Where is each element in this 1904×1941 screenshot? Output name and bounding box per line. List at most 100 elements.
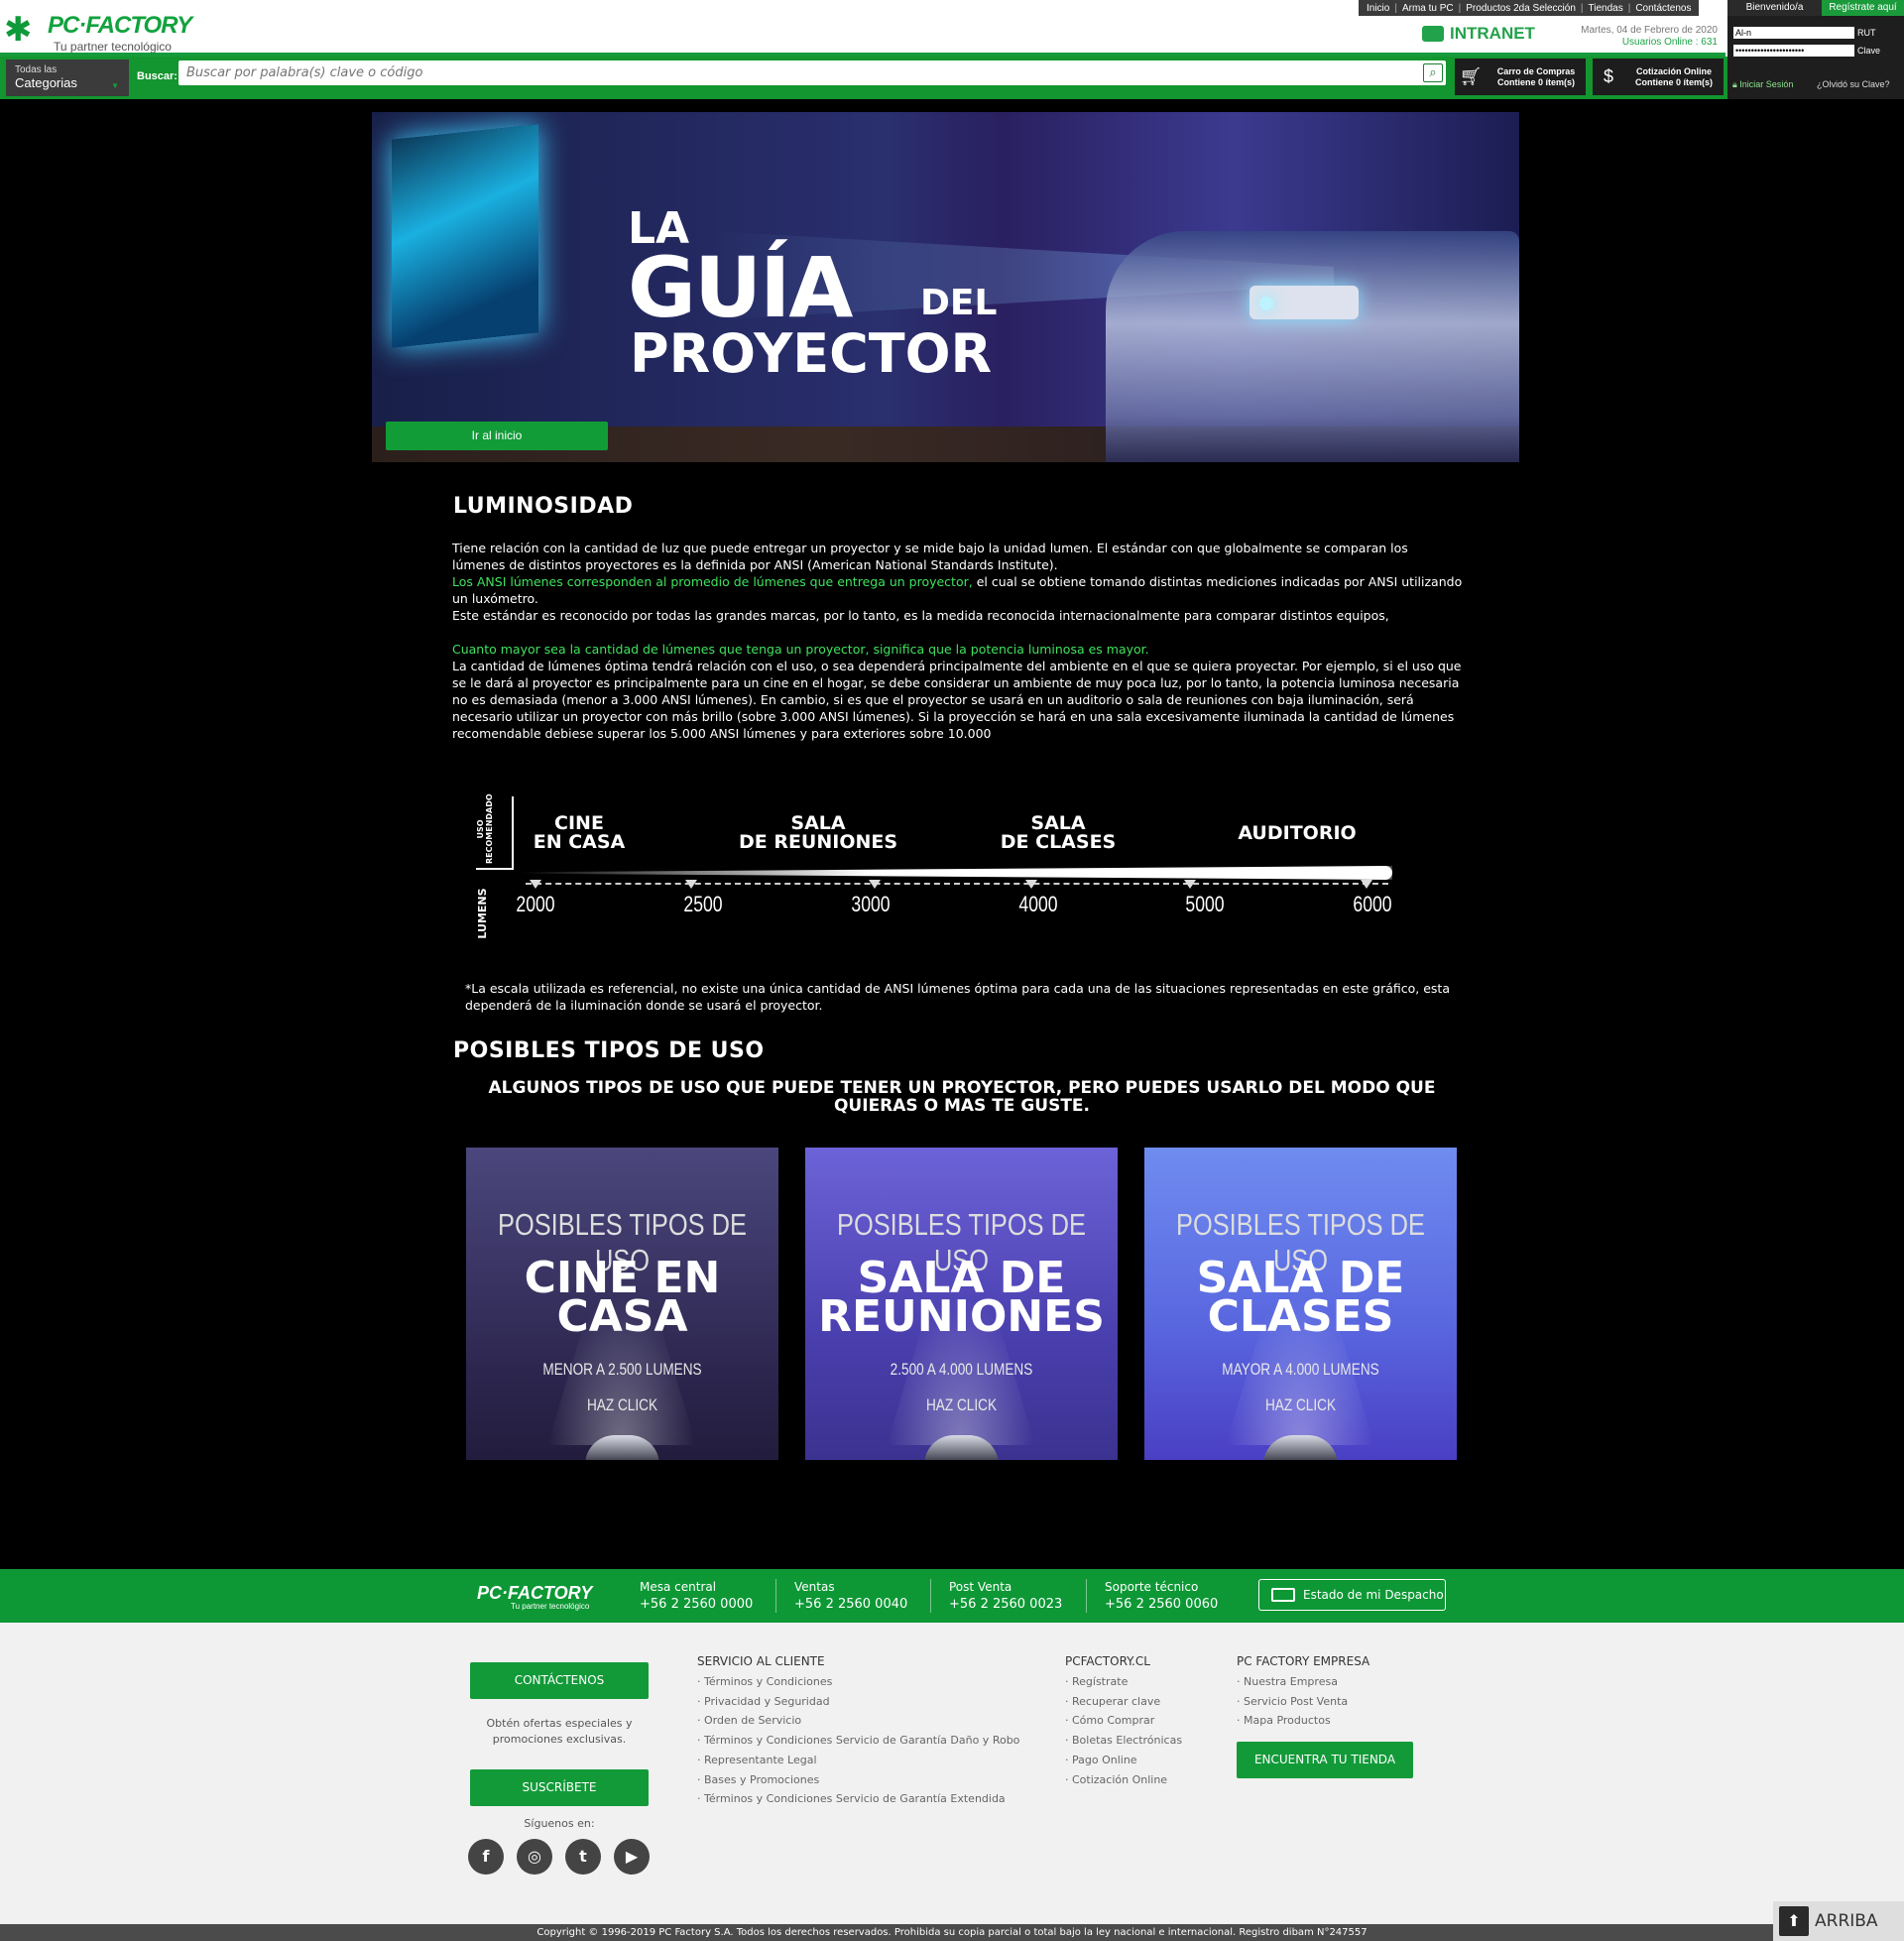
cart-text: Carro de Compras Contiene 0 ítem(s) xyxy=(1487,66,1586,88)
rut-input[interactable] xyxy=(1733,27,1854,39)
subscribe-button[interactable]: SUSCRÍBETE xyxy=(470,1769,649,1806)
use-cine-en-casa: CINE EN CASA xyxy=(476,814,674,852)
footer-link[interactable]: · Términos y Condiciones Servicio de Gar… xyxy=(697,1789,1019,1809)
cart-icon: 🛒︎ xyxy=(1459,66,1483,86)
youtube-icon[interactable]: ▶ xyxy=(614,1839,650,1875)
phone-label: Ventas xyxy=(794,1580,835,1594)
rut-label: RUT xyxy=(1857,28,1876,38)
password-label: Clave xyxy=(1857,46,1881,56)
phone-number: +56 2 2560 0040 xyxy=(794,1597,908,1612)
top-nav-arma-tu-pc[interactable]: Arma tu PC xyxy=(1402,3,1454,14)
card-sala-reuniones[interactable]: POSIBLES TIPOS DE USO SALA DE REUNIONES 2… xyxy=(805,1148,1118,1460)
facebook-icon[interactable]: f xyxy=(468,1839,504,1875)
footer-link[interactable]: · Representante Legal xyxy=(697,1751,1019,1770)
estado-despacho-button[interactable]: Estado de mi Despacho xyxy=(1258,1579,1446,1611)
footer-link[interactable]: · Nuestra Empresa xyxy=(1237,1672,1369,1692)
use-sala-clases: SALA DE CLASES xyxy=(959,814,1157,852)
lumens-bar xyxy=(520,866,1392,880)
banner-title-proyector: PROYECTOR xyxy=(630,322,993,385)
footer-link[interactable]: · Mapa Productos xyxy=(1237,1711,1369,1731)
footer-logo[interactable]: PC·FACTORY Tu partner tecnológico xyxy=(477,1583,592,1611)
home-button[interactable]: Ir al inicio xyxy=(386,422,608,450)
lumens-dashed-line xyxy=(526,883,1388,885)
twitter-icon[interactable]: t xyxy=(565,1839,601,1875)
date-box: Martes, 04 de Febrero de 2020 Usuarios O… xyxy=(1527,25,1718,49)
card-title: CINE EN CASA xyxy=(466,1257,778,1342)
use-sala-reuniones: SALA DE REUNIONES xyxy=(719,814,917,852)
instagram-icon[interactable]: ◎ xyxy=(517,1839,552,1875)
phone-post-venta: Post Venta +56 2 2560 0023 xyxy=(930,1579,1062,1613)
quote-button[interactable]: $ Cotización Online Contiene 0 ítem(s) xyxy=(1593,59,1724,95)
luminosidad-p4-highlight: Cuanto mayor sea la cantidad de lúmenes … xyxy=(452,642,1149,657)
footer-link[interactable]: · Bases y Promociones xyxy=(697,1770,1019,1790)
users-online: Usuarios Online : 631 xyxy=(1621,37,1718,48)
store-finder-button[interactable]: ENCUENTRA TU TIENDA xyxy=(1237,1742,1413,1778)
top-nav-contactenos[interactable]: Contáctenos xyxy=(1635,3,1691,14)
scale-tick xyxy=(1361,880,1372,889)
top-nav-productos-2da[interactable]: Productos 2da Selección xyxy=(1466,3,1576,14)
cart-button[interactable]: 🛒︎ Carro de Compras Contiene 0 ítem(s) xyxy=(1455,59,1586,95)
footer-link[interactable]: · Cotización Online xyxy=(1065,1770,1182,1790)
lumens-tick-label: 2000 xyxy=(516,892,555,916)
login-label: Iniciar Sesión xyxy=(1739,79,1794,89)
top-nav-inicio[interactable]: Inicio xyxy=(1367,3,1389,14)
back-to-top-button[interactable]: ⬆ ARRIBA xyxy=(1773,1901,1904,1941)
lumens-axis-label: LUMENS xyxy=(476,888,489,939)
register-link[interactable]: Regístrate aquí xyxy=(1822,0,1904,16)
card-range: 2.500 A 4.000 LUMENS xyxy=(890,1360,1033,1379)
footer-link[interactable]: · Términos y Condiciones Servicio de Gar… xyxy=(697,1731,1019,1751)
footer-link[interactable]: · Pago Online xyxy=(1065,1751,1182,1770)
phone-ventas: Ventas +56 2 2560 0040 xyxy=(775,1579,907,1613)
site-logo[interactable]: ✱ PC·FACTORY Tu partner tecnológico xyxy=(4,8,202,54)
footer-link[interactable]: · Boletas Electrónicas xyxy=(1065,1731,1182,1751)
phone-label: Post Venta xyxy=(949,1580,1012,1594)
tipos-subtitle: ALGUNOS TIPOS DE USO QUE PUEDE TENER UN … xyxy=(488,1078,1436,1116)
lumens-tick-label: 6000 xyxy=(1353,892,1392,916)
footer-link[interactable]: · Recuperar clave xyxy=(1065,1692,1182,1712)
search-input[interactable] xyxy=(178,61,1408,85)
use-reuniones-line2: DE REUNIONES xyxy=(738,831,898,853)
projector-lens xyxy=(1259,297,1273,310)
estado-label: Estado de mi Despacho xyxy=(1303,1588,1444,1602)
contact-button[interactable]: CONTÁCTENOS xyxy=(470,1662,649,1699)
truck-icon xyxy=(1271,1588,1295,1602)
footer-link[interactable]: · Cómo Comprar xyxy=(1065,1711,1182,1731)
quote-count: Contiene 0 ítem(s) xyxy=(1634,76,1713,87)
phone-label: Mesa central xyxy=(640,1580,717,1594)
card-cine-en-casa[interactable]: POSIBLES TIPOS DE USO CINE EN CASA MENOR … xyxy=(466,1148,778,1460)
intranet-label: INTRANET xyxy=(1450,24,1535,43)
search-label: Buscar: xyxy=(137,70,178,82)
site-header: ✱ PC·FACTORY Tu partner tecnológico Inic… xyxy=(0,0,1904,99)
cart-count: Contiene 0 ítem(s) xyxy=(1496,76,1575,87)
back-to-top-label: ARRIBA xyxy=(1815,1911,1878,1931)
lumens-tick-label: 5000 xyxy=(1185,892,1225,916)
card-cta: HAZ CLICK xyxy=(925,1395,998,1414)
intranet-link[interactable]: INTRANET xyxy=(1422,24,1535,44)
footer-col-title: SERVICIO AL CLIENTE xyxy=(697,1654,825,1668)
top-nav-tiendas[interactable]: Tiendas xyxy=(1589,3,1623,14)
footer-link[interactable]: · Privacidad y Seguridad xyxy=(697,1692,1019,1712)
categories-button[interactable]: Todas las Categorias ▼ xyxy=(6,60,129,96)
search-icon[interactable]: ⌕ xyxy=(1423,63,1443,82)
card-sala-clases[interactable]: POSIBLES TIPOS DE USO SALA DE CLASES MAYO… xyxy=(1144,1148,1457,1460)
forgot-password-link[interactable]: ¿Olvidó su Clave? xyxy=(1817,79,1890,89)
password-input[interactable] xyxy=(1733,45,1854,57)
footer-link[interactable]: · Regístrate xyxy=(1065,1672,1182,1692)
scale-note: *La escala utilizada es referencial, no … xyxy=(465,981,1450,1013)
card-title-line2: CASA xyxy=(556,1291,688,1342)
tipos-title: POSIBLES TIPOS DE USO xyxy=(453,1038,765,1063)
banner-title-del: DEL xyxy=(920,283,998,323)
arrow-up-icon: ⬆ xyxy=(1779,1906,1809,1936)
card-cta: HAZ CLICK xyxy=(1264,1395,1337,1414)
lumens-tick-label: 4000 xyxy=(1018,892,1058,916)
footer-col-title: PCFACTORY.CL xyxy=(1065,1654,1150,1668)
footer-link[interactable]: · Servicio Post Venta xyxy=(1237,1692,1369,1712)
login-link[interactable]: 🔒︎ Iniciar Sesión xyxy=(1732,79,1793,90)
footer-col-servicio: SERVICIO AL CLIENTE · Términos y Condici… xyxy=(697,1654,1019,1809)
footer-link[interactable]: · Orden de Servicio xyxy=(697,1711,1019,1731)
lumens-tick-label: 2500 xyxy=(683,892,723,916)
footer-link[interactable]: · Términos y Condiciones xyxy=(697,1672,1019,1692)
cart-title: Carro de Compras xyxy=(1496,65,1576,76)
use-auditorio: AUDITORIO xyxy=(1198,824,1396,843)
lumens-scale: USO RECOMENDADO LUMENS CINE EN CASA SALA… xyxy=(476,789,1408,947)
